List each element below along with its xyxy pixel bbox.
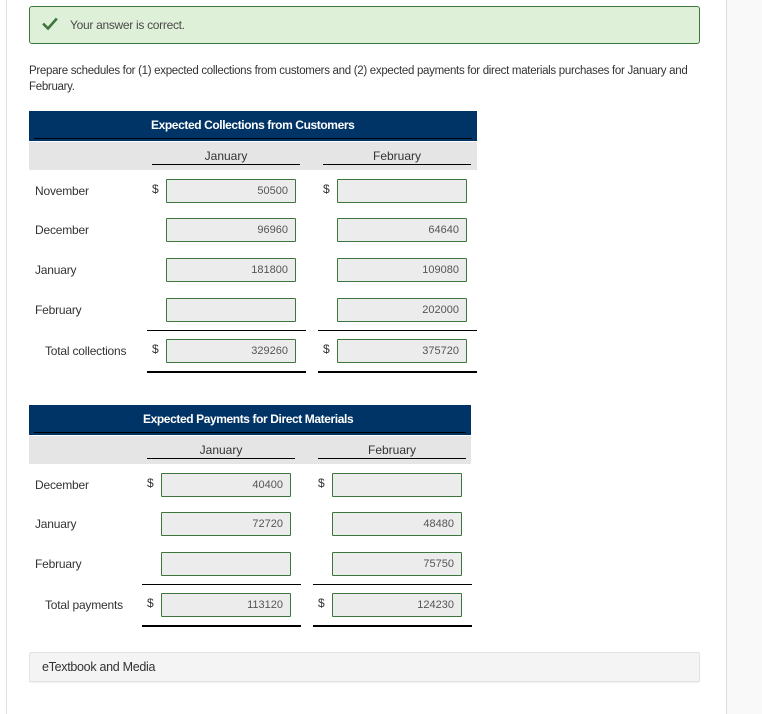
row-label-january: January xyxy=(35,517,77,531)
total-rule xyxy=(147,371,306,373)
total-rule xyxy=(313,625,472,627)
header-rule xyxy=(34,432,466,433)
subtotal-rule xyxy=(318,330,477,331)
collections-december-january-input[interactable] xyxy=(166,218,296,242)
currency-symbol: $ xyxy=(323,342,330,356)
currency-symbol: $ xyxy=(323,182,330,196)
collections-november-january-input[interactable] xyxy=(166,179,296,203)
column-header-february: February xyxy=(372,149,422,163)
row-label-total-payments: Total payments xyxy=(45,598,123,612)
total-collections-february-input[interactable] xyxy=(337,339,467,363)
currency-symbol: $ xyxy=(147,596,154,610)
collections-february-january-input[interactable] xyxy=(166,298,296,322)
payments-january-february-input[interactable] xyxy=(332,512,462,536)
etextbook-label: eTextbook and Media xyxy=(42,660,156,674)
total-collections-january-input[interactable] xyxy=(166,339,296,363)
currency-symbol: $ xyxy=(318,476,325,490)
header-rule xyxy=(34,138,472,139)
collections-december-february-input[interactable] xyxy=(337,218,467,242)
subtotal-rule xyxy=(147,330,306,331)
column-underline xyxy=(318,458,466,459)
total-rule xyxy=(142,625,301,627)
subtotal-rule xyxy=(142,584,301,585)
check-icon xyxy=(42,17,58,31)
row-label-february: February xyxy=(35,303,82,317)
payments-february-february-input[interactable] xyxy=(332,552,462,576)
collections-table-header: Expected Collections from Customers xyxy=(29,111,477,141)
currency-symbol: $ xyxy=(147,476,154,490)
column-underline xyxy=(152,164,300,165)
total-payments-february-input[interactable] xyxy=(332,593,462,617)
row-label-january: January xyxy=(35,263,77,277)
answer-feedback-alert: Your answer is correct. xyxy=(29,6,700,44)
subtotal-rule xyxy=(313,584,472,585)
collections-january-january-input[interactable] xyxy=(166,258,296,282)
column-header-february: February xyxy=(367,443,417,457)
collections-january-february-input[interactable] xyxy=(337,258,467,282)
payments-table-header: Expected Payments for Direct Materials xyxy=(29,405,471,435)
etextbook-and-media-button[interactable]: eTextbook and Media xyxy=(29,652,700,682)
collections-table-title: Expected Collections from Customers xyxy=(151,118,355,132)
payments-column-band: January February xyxy=(29,436,471,464)
row-label-february: February xyxy=(35,557,82,571)
column-underline xyxy=(147,458,295,459)
total-rule xyxy=(318,371,477,373)
collections-column-band: January February xyxy=(29,142,477,170)
payments-december-january-input[interactable] xyxy=(161,473,291,497)
currency-symbol: $ xyxy=(152,182,159,196)
row-label-november: November xyxy=(35,184,89,198)
collections-february-february-input[interactable] xyxy=(337,298,467,322)
column-underline xyxy=(323,164,471,165)
row-label-december: December xyxy=(35,478,89,492)
currency-symbol: $ xyxy=(318,596,325,610)
currency-symbol: $ xyxy=(152,342,159,356)
payments-february-january-input[interactable] xyxy=(161,552,291,576)
question-instructions: Prepare schedules for (1) expected colle… xyxy=(29,65,688,93)
right-side-panel xyxy=(726,0,762,714)
payments-table-title: Expected Payments for Direct Materials xyxy=(143,412,354,426)
total-payments-january-input[interactable] xyxy=(161,593,291,617)
column-header-january: January xyxy=(199,443,243,457)
content-left-border xyxy=(6,0,7,714)
feedback-message: Your answer is correct. xyxy=(70,18,185,32)
collections-november-february-input[interactable] xyxy=(337,179,467,203)
row-label-total-collections: Total collections xyxy=(45,344,127,358)
payments-january-january-input[interactable] xyxy=(161,512,291,536)
column-header-january: January xyxy=(204,149,248,163)
row-label-december: December xyxy=(35,223,89,237)
payments-december-february-input[interactable] xyxy=(332,473,462,497)
